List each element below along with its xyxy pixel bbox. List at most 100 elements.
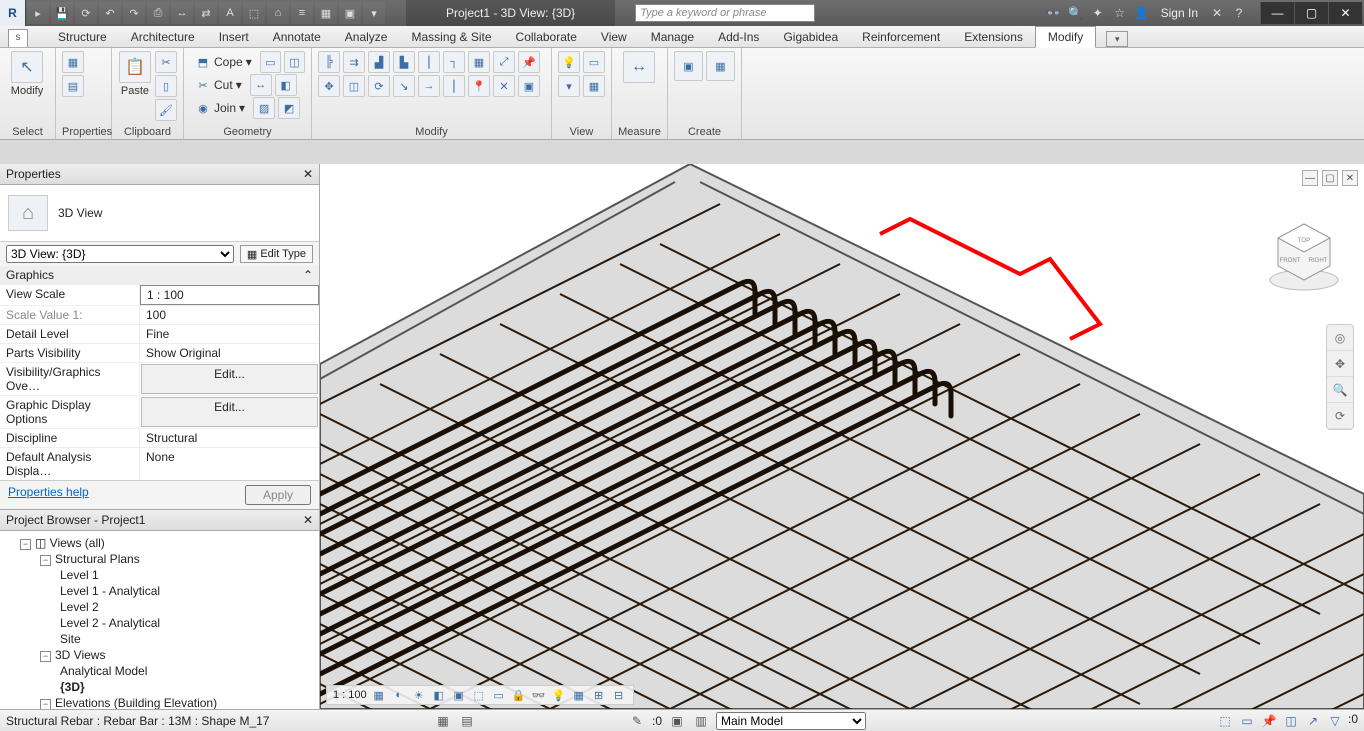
- minimize-button[interactable]: —: [1260, 2, 1294, 24]
- property-row[interactable]: Visibility/Graphics Ove…Edit...: [0, 362, 319, 395]
- unpin-button[interactable]: 📍: [468, 75, 490, 97]
- steering-wheel-icon[interactable]: ◎: [1327, 325, 1353, 351]
- worksharing-display-icon[interactable]: ▦: [571, 687, 587, 703]
- shadows-icon[interactable]: ◧: [431, 687, 447, 703]
- edit-type-button[interactable]: ▦Edit Type: [240, 245, 313, 263]
- tree-node[interactable]: Site: [6, 631, 313, 647]
- tab-collaborate[interactable]: Collaborate: [504, 27, 589, 47]
- tab-insert[interactable]: Insert: [207, 27, 261, 47]
- tree-node[interactable]: −Structural Plans: [6, 551, 313, 567]
- join-button[interactable]: ◉Join ▾: [190, 97, 250, 119]
- tab-addins[interactable]: Add-Ins: [706, 27, 771, 47]
- property-row[interactable]: Scale Value 1:100: [0, 305, 319, 324]
- crop-region-icon[interactable]: ▭: [491, 687, 507, 703]
- geom-tool-5[interactable]: ▨: [253, 97, 275, 119]
- infocenter-search-icon[interactable]: 👓: [1045, 4, 1063, 22]
- rendering-icon[interactable]: ▣: [451, 687, 467, 703]
- qat-close-hidden-icon[interactable]: ▦: [315, 2, 337, 24]
- apply-button[interactable]: Apply: [245, 485, 311, 505]
- select-face-icon[interactable]: ◫: [1282, 712, 1300, 730]
- tab-analyze[interactable]: Analyze: [333, 27, 400, 47]
- qat-print-icon[interactable]: ⎙: [147, 2, 169, 24]
- view-min-icon[interactable]: —: [1302, 170, 1318, 186]
- reveal-hidden-icon[interactable]: 💡: [551, 687, 567, 703]
- filter-icon[interactable]: ▽: [1326, 712, 1344, 730]
- measure-button[interactable]: ↔: [618, 51, 660, 83]
- tree-node[interactable]: −3D Views: [6, 647, 313, 663]
- geom-tool-3[interactable]: ↔: [250, 74, 272, 96]
- maximize-button[interactable]: ▢: [1294, 2, 1328, 24]
- properties-close-icon[interactable]: ✕: [303, 167, 313, 181]
- browser-close-icon[interactable]: ✕: [303, 513, 313, 527]
- trim-ext-button[interactable]: ↘: [393, 75, 415, 97]
- delete-button[interactable]: ✕: [493, 75, 515, 97]
- expand-icon[interactable]: −: [40, 555, 51, 566]
- category-row[interactable]: Graphics⌃: [0, 266, 319, 284]
- tab-modify[interactable]: Modify: [1035, 26, 1096, 48]
- worksets-icon[interactable]: ▦: [434, 712, 452, 730]
- expand-icon[interactable]: −: [20, 539, 31, 550]
- temp-hide-icon[interactable]: 👓: [531, 687, 547, 703]
- mirror-axis-button[interactable]: ▟: [368, 51, 390, 73]
- view-max-icon[interactable]: ▢: [1322, 170, 1338, 186]
- modify-tool-button[interactable]: ↖ Modify: [6, 51, 48, 97]
- create-similar-button[interactable]: ▣: [674, 51, 703, 81]
- editing-requests-icon[interactable]: ▥: [692, 712, 710, 730]
- property-row[interactable]: Default Analysis Displa…None: [0, 447, 319, 480]
- tab-structure[interactable]: Structure: [46, 27, 119, 47]
- select-pinned-icon[interactable]: 📌: [1260, 712, 1278, 730]
- geom-tool-2[interactable]: ◫: [284, 51, 305, 73]
- user-icon[interactable]: 👤: [1133, 4, 1151, 22]
- type-properties-button[interactable]: ▤: [62, 75, 84, 97]
- geom-tool-6[interactable]: ◩: [278, 97, 300, 119]
- select-links-icon[interactable]: ⬚: [1216, 712, 1234, 730]
- group-button[interactable]: ▣: [518, 75, 540, 97]
- drag-elements-icon[interactable]: ↗: [1304, 712, 1322, 730]
- tree-node[interactable]: −Elevations (Building Elevation): [6, 695, 313, 709]
- scale-button[interactable]: ⤢: [493, 51, 515, 73]
- property-row[interactable]: View Scale1 : 100: [0, 284, 319, 305]
- trim-button[interactable]: ┐: [443, 51, 465, 73]
- property-value[interactable]: Fine: [140, 325, 319, 343]
- cut-clipboard-button[interactable]: ✂: [155, 51, 177, 73]
- subscription-icon[interactable]: 🔍: [1067, 4, 1085, 22]
- pin-button[interactable]: 📌: [518, 51, 540, 73]
- tab-manage[interactable]: Manage: [639, 27, 706, 47]
- ribbon-panel-toggle-icon[interactable]: ▾: [1106, 31, 1128, 47]
- tree-node[interactable]: Level 2 - Analytical: [6, 615, 313, 631]
- geom-tool-4[interactable]: ◧: [275, 74, 297, 96]
- zoom-icon[interactable]: 🔍: [1327, 377, 1353, 403]
- tab-annotate[interactable]: Annotate: [261, 27, 333, 47]
- property-row[interactable]: DisciplineStructural: [0, 428, 319, 447]
- property-value[interactable]: 100: [140, 306, 319, 324]
- copy-clipboard-button[interactable]: ▯: [155, 75, 177, 97]
- qat-measure-icon[interactable]: ↔: [171, 2, 193, 24]
- tree-node[interactable]: Level 1: [6, 567, 313, 583]
- system-tab-icon[interactable]: s: [8, 29, 28, 47]
- paste-button[interactable]: 📋 Paste: [118, 51, 152, 97]
- lock-3d-icon[interactable]: 🔒: [511, 687, 527, 703]
- cope-button[interactable]: ⬒Cope ▾: [190, 51, 257, 73]
- tree-node[interactable]: Level 2: [6, 599, 313, 615]
- visual-style-icon[interactable]: ◐: [391, 687, 407, 703]
- analytical-icon[interactable]: ⊞: [591, 687, 607, 703]
- tree-node[interactable]: Analytical Model: [6, 663, 313, 679]
- qat-dimension-icon[interactable]: ⇄: [195, 2, 217, 24]
- split-button[interactable]: ⎮: [418, 51, 440, 73]
- tab-reinforcement[interactable]: Reinforcement: [850, 27, 952, 47]
- tree-node[interactable]: {3D}: [6, 679, 313, 695]
- view-tool-2[interactable]: ▭: [583, 51, 605, 73]
- app-menu-button[interactable]: R: [0, 0, 26, 26]
- split-gap-button[interactable]: ⎮: [443, 75, 465, 97]
- qat-open-icon[interactable]: ▸: [27, 2, 49, 24]
- extend-button[interactable]: →: [418, 75, 440, 97]
- property-row[interactable]: Graphic Display OptionsEdit...: [0, 395, 319, 428]
- qat-undo-icon[interactable]: ↶: [99, 2, 121, 24]
- sign-in-button[interactable]: Sign In: [1155, 6, 1204, 20]
- tab-view[interactable]: View: [589, 27, 639, 47]
- crop-icon[interactable]: ⬚: [471, 687, 487, 703]
- expand-icon[interactable]: −: [40, 699, 51, 709]
- tab-architecture[interactable]: Architecture: [119, 27, 207, 47]
- drawing-area[interactable]: [320, 164, 1364, 709]
- geom-tool-1[interactable]: ▭: [260, 51, 281, 73]
